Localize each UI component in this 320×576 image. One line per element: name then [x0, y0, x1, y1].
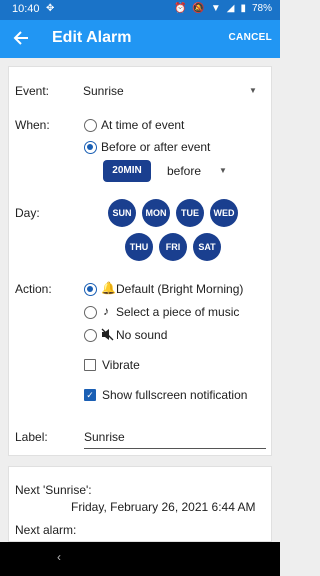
status-bar: 10:40 ✥ ⏰ 🔕 ▼ ◢ ▮ 78%	[0, 0, 280, 20]
label-input[interactable]: Sunrise	[84, 427, 266, 449]
next-event-label: Next 'Sunrise':	[15, 483, 92, 497]
radio-default-sound[interactable]	[84, 283, 97, 296]
day-fri[interactable]: FRI	[159, 233, 187, 261]
action-label: Action:	[15, 282, 52, 296]
vibrate-label[interactable]: Vibrate	[102, 358, 140, 372]
alarm-form-card: Event: Sunrise ▼ When: At time of event …	[8, 66, 272, 456]
next-info-card: Next 'Sunrise': Friday, February 26, 202…	[8, 466, 272, 542]
page-title: Edit Alarm	[52, 29, 132, 46]
day-label: Day:	[15, 206, 40, 220]
next-event-value: Friday, February 26, 2021 6:44 AM	[71, 500, 256, 514]
system-nav-bar: ‹	[0, 542, 280, 576]
direction-select[interactable]: before ▼	[167, 162, 233, 182]
arrow-left-icon[interactable]	[10, 26, 32, 50]
event-label: Event:	[15, 84, 50, 98]
day-thu[interactable]: THU	[125, 233, 153, 261]
offset-duration-button[interactable]: 20MIN	[103, 160, 151, 182]
radio-select-music[interactable]	[84, 306, 97, 319]
fullscreen-label[interactable]: Show fullscreen notification	[102, 388, 247, 402]
option-no-sound[interactable]: No sound	[116, 328, 167, 342]
bell-icon: 🔔	[101, 281, 116, 295]
radio-no-sound[interactable]	[84, 329, 97, 342]
option-before-after-event[interactable]: Before or after event	[101, 140, 210, 154]
when-label: When:	[15, 118, 50, 132]
app-bar: Edit Alarm CANCEL	[0, 20, 280, 58]
mute-icon: 🔕	[192, 3, 205, 14]
next-alarm-label: Next alarm:	[15, 523, 77, 537]
alarm-icon: ⏰	[173, 3, 187, 14]
music-note-icon: ♪	[103, 304, 109, 318]
option-at-time-of-event[interactable]: At time of event	[101, 118, 184, 132]
vibrate-checkbox[interactable]	[84, 359, 96, 371]
dropdown-arrow-icon: ▼	[219, 166, 227, 175]
signal-icon: ◢	[226, 3, 235, 14]
label-caption: Label:	[15, 430, 48, 444]
option-select-music[interactable]: Select a piece of music	[116, 305, 239, 319]
option-default-sound[interactable]: Default (Bright Morning)	[116, 282, 243, 296]
radio-before-after-event[interactable]	[84, 141, 97, 154]
wifi-icon: ▼	[210, 3, 221, 14]
direction-value: before	[167, 164, 202, 178]
dropdown-arrow-icon: ▼	[249, 86, 257, 95]
status-time: 10:40	[12, 3, 40, 15]
day-tue[interactable]: TUE	[176, 199, 204, 227]
fullscreen-checkbox[interactable]: ✓	[84, 389, 96, 401]
android-debug-icon: ✥	[46, 3, 55, 14]
day-mon[interactable]: MON	[142, 199, 170, 227]
battery-percent: 78%	[251, 3, 272, 14]
day-wed[interactable]: WED	[210, 199, 238, 227]
day-sun[interactable]: SUN	[108, 199, 136, 227]
battery-icon: ▮	[240, 3, 246, 14]
volume-off-icon	[101, 328, 114, 344]
event-value: Sunrise	[83, 84, 124, 98]
radio-at-time-of-event[interactable]	[84, 119, 97, 132]
day-sat[interactable]: SAT	[193, 233, 221, 261]
event-select[interactable]: Sunrise ▼	[83, 79, 263, 101]
nav-back-icon[interactable]: ‹	[57, 550, 61, 564]
cancel-button[interactable]: CANCEL	[229, 32, 272, 43]
